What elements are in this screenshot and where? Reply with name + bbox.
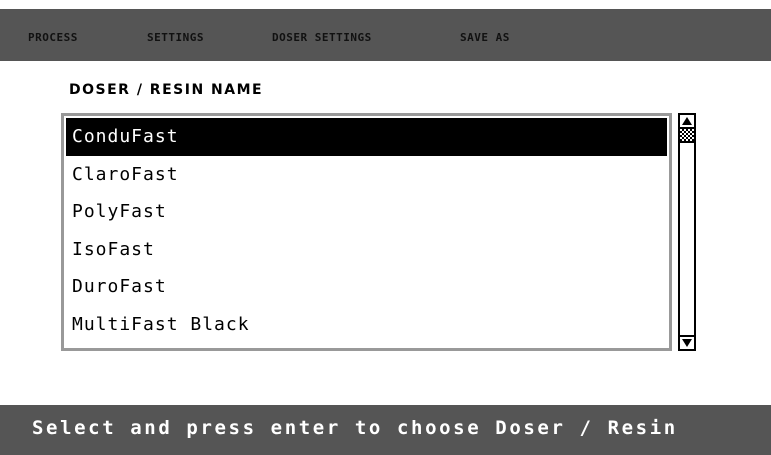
status-text: Select and press enter to choose Doser /… xyxy=(32,417,678,439)
list-scrollbar[interactable] xyxy=(678,113,696,351)
arrow-up-icon xyxy=(682,117,692,125)
list-item-isofast[interactable]: IsoFast xyxy=(66,231,667,269)
scroll-up-button[interactable] xyxy=(680,115,694,129)
list-item-clarofast[interactable]: ClaroFast xyxy=(66,156,667,194)
menu-bar: PROCESS SETTINGS DOSER SETTINGS SAVE AS xyxy=(0,0,771,61)
arrow-down-icon xyxy=(682,339,692,347)
status-bar: Select and press enter to choose Doser /… xyxy=(0,405,771,455)
list-item-polyfast[interactable]: PolyFast xyxy=(66,193,667,231)
list-item-condufast[interactable]: ConduFast xyxy=(66,118,667,156)
resin-listbox[interactable]: ConduFast ClaroFast PolyFast IsoFast Dur… xyxy=(61,113,672,351)
menu-settings[interactable]: SETTINGS xyxy=(147,31,204,44)
menu-process[interactable]: PROCESS xyxy=(28,31,78,44)
menu-doser-settings[interactable]: DOSER SETTINGS xyxy=(272,31,372,44)
screen: PROCESS SETTINGS DOSER SETTINGS SAVE AS … xyxy=(0,0,771,455)
list-item-durofast[interactable]: DuroFast xyxy=(66,268,667,306)
list-item-multifast-black[interactable]: MultiFast Black xyxy=(66,306,667,344)
section-title: DOSER / RESIN NAME xyxy=(69,82,264,98)
scroll-thumb[interactable] xyxy=(680,129,694,143)
scroll-down-button[interactable] xyxy=(680,335,694,349)
list-container: ConduFast ClaroFast PolyFast IsoFast Dur… xyxy=(66,118,667,346)
menu-save-as[interactable]: SAVE AS xyxy=(460,31,510,44)
